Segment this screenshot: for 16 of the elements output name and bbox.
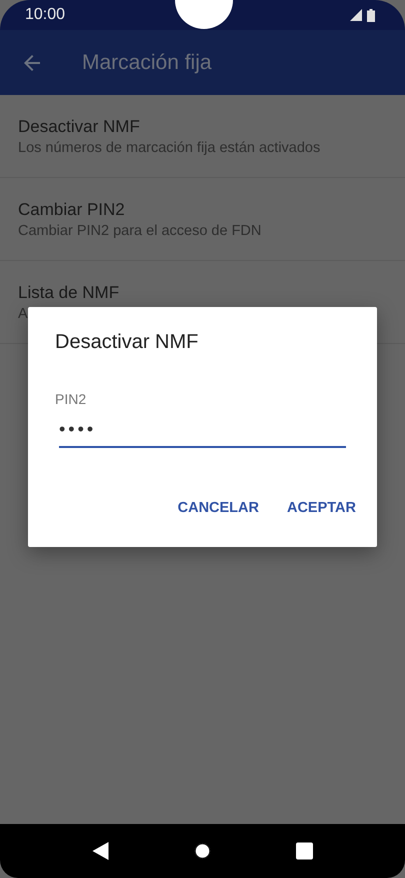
screen-title: Marcación fija [82,50,212,74]
signal-icon [350,9,362,21]
item-title: Lista de NMF [18,282,120,302]
battery-icon [367,8,375,22]
item-title: Desactivar NMF [18,116,141,136]
field-label: PIN2 [55,391,88,407]
clock-time: 10:00 [25,6,66,24]
back-nav-icon[interactable] [92,842,109,860]
item-title: Cambiar PIN2 [18,200,126,220]
dialog-button[interactable]: ACEPTAR [276,492,366,524]
dialog-button[interactable]: CANCELAR [168,492,269,524]
recents-nav-icon[interactable] [296,842,313,860]
home-nav-icon[interactable] [194,842,211,860]
item-subtitle: Cambiar PIN2 para el acceso de FDN [18,222,262,238]
item-subtitle: Los números de marcación fija están activados [18,140,322,156]
pin-field[interactable]: •••• [59,415,346,448]
